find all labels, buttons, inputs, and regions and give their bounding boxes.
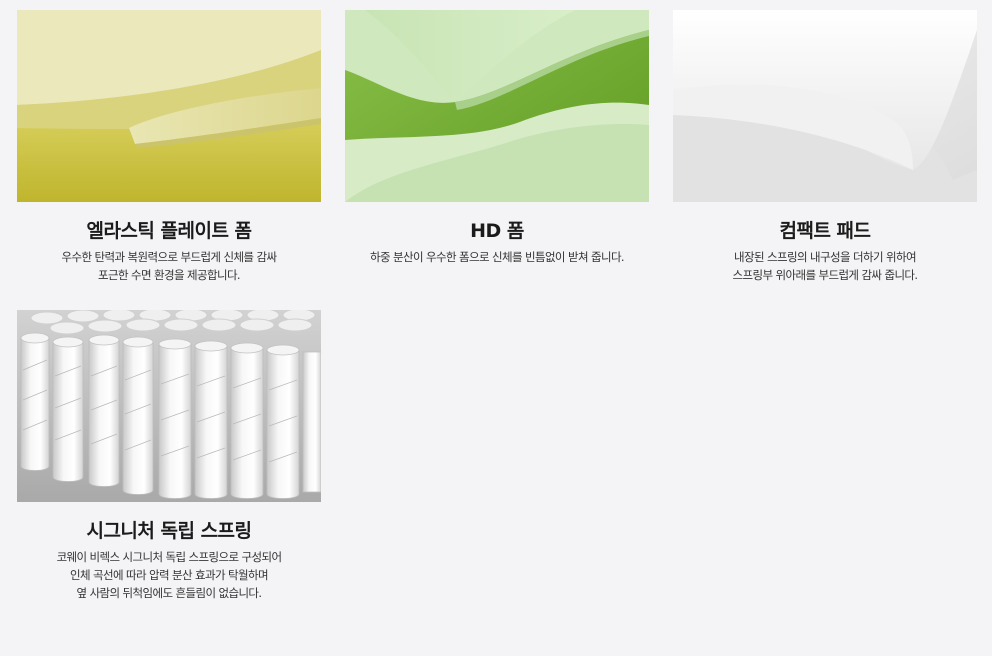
description-line: 옆 사람의 뒤척임에도 흔들림이 없습니다. [76, 586, 263, 600]
material-card-elastic-plate-foam: 엘라스틱 플레이트 폼 우수한 탄력과 복원력으로 부드럽게 신체를 감싸 포근… [17, 10, 321, 284]
material-card-compact-pad: 컴팩트 패드 내장된 스프링의 내구성을 더하기 위하여 스프링부 위아래를 부… [673, 10, 977, 284]
material-description: 코웨이 비렉스 시그니처 독립 스프링으로 구성되어 인체 곡선에 따라 압력 … [17, 548, 321, 602]
material-description: 우수한 탄력과 복원력으로 부드럽게 신체를 감싸 포근한 수면 환경을 제공합… [17, 248, 321, 284]
hd-foam-image [345, 10, 649, 202]
material-description: 하중 분산이 우수한 폼으로 신체를 빈틈없이 받쳐 줍니다. [345, 248, 649, 266]
signature-pocket-spring-image [17, 310, 321, 502]
materials-grid: 엘라스틱 플레이트 폼 우수한 탄력과 복원력으로 부드럽게 신체를 감싸 포근… [17, 10, 977, 602]
material-title: 시그니처 독립 스프링 [86, 520, 252, 542]
elastic-plate-foam-image [17, 10, 321, 202]
description-line: 인체 곡선에 따라 압력 분산 효과가 탁월하며 [70, 568, 269, 582]
material-card-hd-foam: HD 폼 하중 분산이 우수한 폼으로 신체를 빈틈없이 받쳐 줍니다. [345, 10, 649, 284]
material-description: 내장된 스프링의 내구성을 더하기 위하여 스프링부 위아래를 부드럽게 감싸 … [673, 248, 977, 284]
description-line: 포근한 수면 환경을 제공합니다. [98, 268, 241, 282]
description-line: 내장된 스프링의 내구성을 더하기 위하여 [734, 250, 916, 264]
description-line: 우수한 탄력과 복원력으로 부드럽게 신체를 감싸 [61, 250, 277, 264]
description-line: 코웨이 비렉스 시그니처 독립 스프링으로 구성되어 [56, 550, 282, 564]
material-title: 엘라스틱 플레이트 폼 [86, 220, 252, 242]
material-title: 컴팩트 패드 [779, 220, 871, 242]
material-title: HD 폼 [470, 220, 524, 242]
compact-pad-image [673, 10, 977, 202]
material-card-signature-pocket-spring: 시그니처 독립 스프링 코웨이 비렉스 시그니처 독립 스프링으로 구성되어 인… [17, 310, 321, 602]
description-line: 하중 분산이 우수한 폼으로 신체를 빈틈없이 받쳐 줍니다. [370, 250, 625, 264]
description-line: 스프링부 위아래를 부드럽게 감싸 줍니다. [732, 268, 919, 282]
